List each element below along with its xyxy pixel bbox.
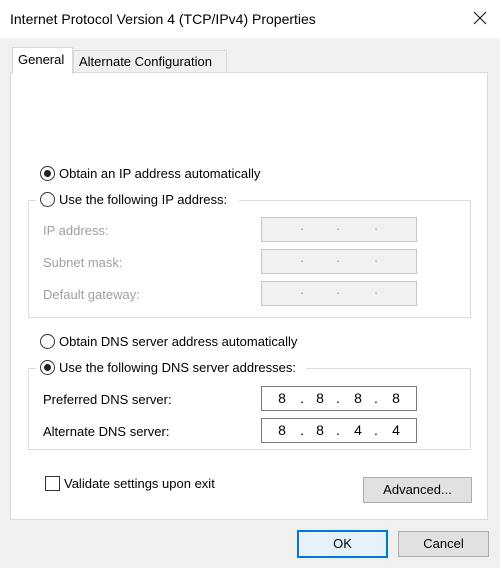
default-gateway-field[interactable]: . . . — [261, 281, 417, 306]
obtain-ip-auto-label: Obtain an IP address automatically — [59, 166, 261, 181]
preferred-dns-field[interactable]: 8 . 8 . 8 . 8 — [261, 386, 417, 411]
close-button[interactable] — [468, 6, 492, 30]
ip-address-label: IP address: — [43, 223, 109, 238]
window-title: Internet Protocol Version 4 (TCP/IPv4) P… — [10, 11, 316, 27]
tab-alternate-configuration[interactable]: Alternate Configuration — [73, 50, 227, 72]
use-following-ip-label: Use the following IP address: — [59, 192, 228, 207]
advanced-button[interactable]: Advanced... — [363, 477, 472, 503]
validate-settings-label: Validate settings upon exit — [64, 476, 215, 491]
obtain-ip-auto-radio[interactable] — [40, 166, 55, 181]
preferred-dns-label: Preferred DNS server: — [43, 392, 172, 407]
tab-general[interactable]: General — [12, 47, 73, 74]
close-icon — [473, 11, 487, 25]
subnet-mask-field[interactable]: . . . — [261, 249, 417, 274]
use-following-ip-radio[interactable] — [40, 192, 55, 207]
title-bar: Internet Protocol Version 4 (TCP/IPv4) P… — [0, 0, 500, 38]
obtain-dns-auto-radio[interactable] — [40, 334, 55, 349]
radio-selected-dot — [44, 170, 51, 177]
subnet-mask-label: Subnet mask: — [43, 255, 123, 270]
alternate-dns-field[interactable]: 8 . 8 . 4 . 4 — [261, 418, 417, 443]
default-gateway-label: Default gateway: — [43, 287, 140, 302]
obtain-dns-auto-label: Obtain DNS server address automatically — [59, 334, 298, 349]
radio-selected-dot — [44, 364, 51, 371]
validate-settings-checkbox[interactable] — [45, 476, 60, 491]
use-following-dns-label: Use the following DNS server addresses: — [59, 360, 296, 375]
alternate-dns-label: Alternate DNS server: — [43, 424, 170, 439]
cancel-button[interactable]: Cancel — [398, 531, 489, 557]
use-following-dns-radio[interactable] — [40, 360, 55, 375]
ok-button[interactable]: OK — [297, 530, 388, 558]
ip-address-field[interactable]: . . . — [261, 217, 417, 242]
